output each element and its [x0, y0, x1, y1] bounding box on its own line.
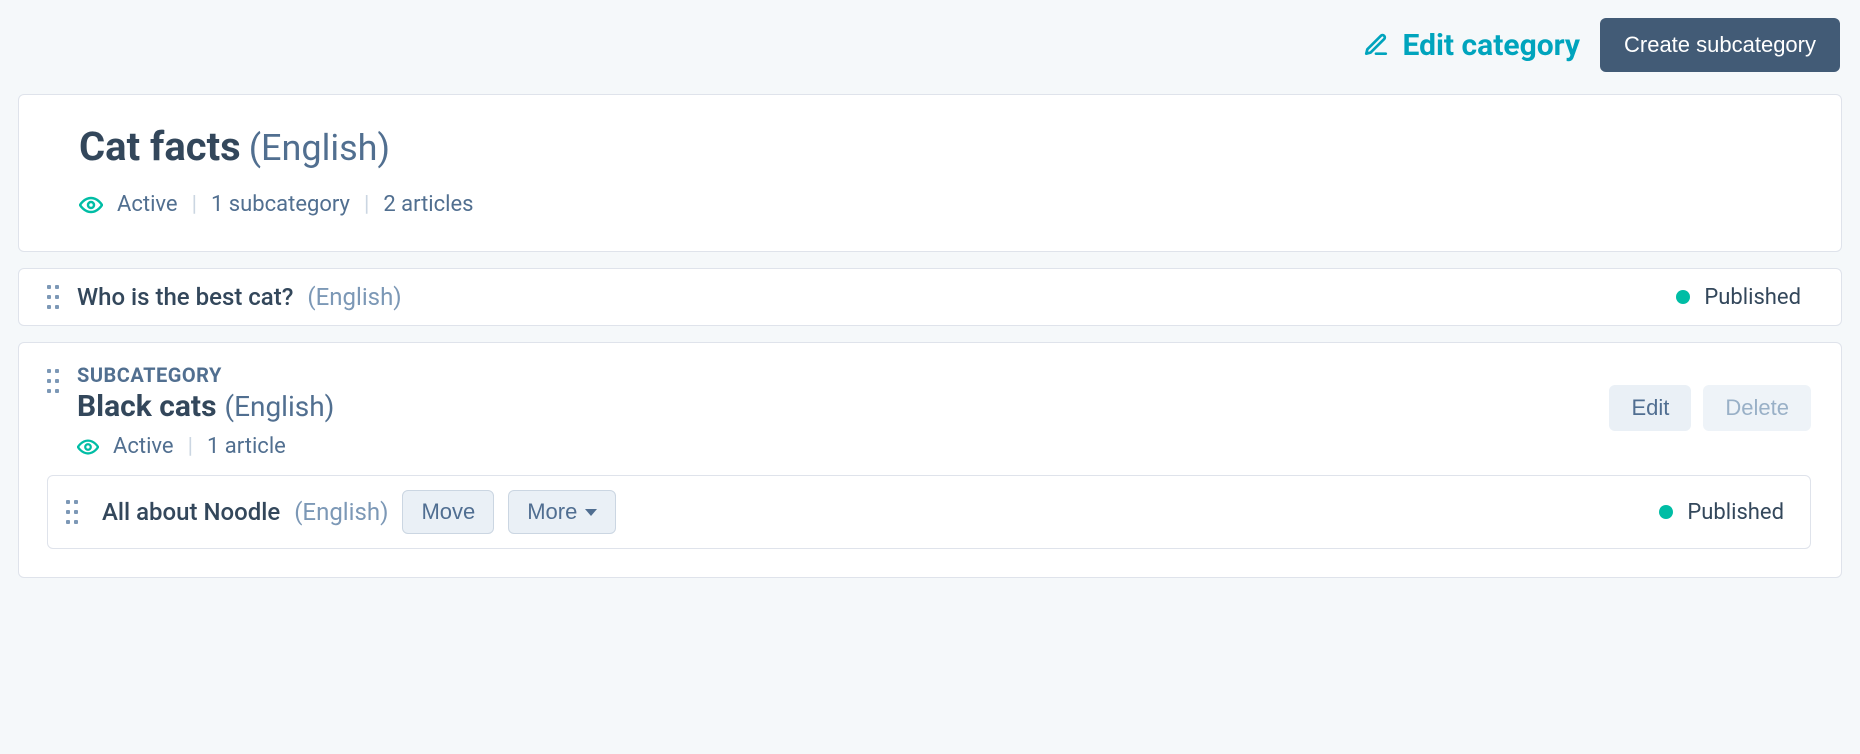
- category-hero-card: Cat facts (English) Active | 1 subcatego…: [18, 94, 1842, 252]
- more-label: More: [527, 499, 577, 525]
- category-active-label: Active: [117, 192, 178, 217]
- article-status: Published: [1704, 285, 1801, 310]
- drag-handle-icon[interactable]: [47, 369, 59, 393]
- edit-category-label: Edit category: [1403, 28, 1581, 63]
- subcategory-language: (English): [225, 390, 335, 423]
- subcategory-meta-row: Active | 1 article: [77, 434, 1609, 459]
- eye-icon: [79, 193, 103, 217]
- category-article-count: 2 articles: [383, 192, 473, 217]
- category-language: (English): [249, 127, 390, 169]
- separator: |: [364, 192, 369, 217]
- category-title-row: Cat facts (English): [79, 123, 1799, 170]
- more-article-dropdown[interactable]: More: [508, 490, 616, 534]
- status-dot-icon: [1676, 290, 1690, 304]
- article-row[interactable]: All about Noodle (English) Move More Pub…: [48, 476, 1810, 548]
- drag-handle-icon[interactable]: [66, 500, 78, 524]
- category-meta-row: Active | 1 subcategory | 2 articles: [79, 192, 1799, 217]
- article-language: (English): [294, 498, 388, 526]
- article-title: Who is the best cat?: [77, 283, 293, 311]
- subcategory-header: SUBCATEGORY Black cats (English) Active …: [47, 363, 1811, 459]
- category-subcategory-count: 1 subcategory: [211, 192, 350, 217]
- subcategory-actions: Edit Delete: [1609, 385, 1811, 431]
- eye-icon: [77, 436, 99, 458]
- status-dot-icon: [1659, 505, 1673, 519]
- article-title: All about Noodle: [102, 498, 280, 526]
- category-name: Cat facts: [79, 123, 241, 170]
- delete-subcategory-button[interactable]: Delete: [1703, 385, 1811, 431]
- subcategory-active-label: Active: [113, 434, 174, 459]
- create-subcategory-button[interactable]: Create subcategory: [1600, 18, 1840, 72]
- inner-article-card: All about Noodle (English) Move More Pub…: [47, 475, 1811, 549]
- drag-handle-icon[interactable]: [47, 285, 59, 309]
- page-root: Edit category Create subcategory Cat fac…: [0, 0, 1860, 634]
- chevron-down-icon: [585, 509, 597, 516]
- subcategory-kicker: SUBCATEGORY: [77, 363, 1609, 387]
- subcategory-title-row: Black cats (English): [77, 389, 1609, 424]
- article-row[interactable]: Who is the best cat? (English) Published: [18, 268, 1842, 326]
- separator: |: [192, 192, 197, 217]
- move-article-button[interactable]: Move: [402, 490, 494, 534]
- subcategory-name: Black cats: [77, 389, 217, 424]
- subcategory-card: SUBCATEGORY Black cats (English) Active …: [18, 342, 1842, 578]
- article-status: Published: [1687, 500, 1784, 525]
- separator: |: [188, 434, 193, 459]
- article-language: (English): [307, 283, 401, 311]
- top-actions-bar: Edit category Create subcategory: [18, 18, 1842, 72]
- pencil-icon: [1363, 32, 1389, 58]
- edit-subcategory-button[interactable]: Edit: [1609, 385, 1691, 431]
- subcategory-article-count: 1 article: [207, 434, 286, 459]
- subcategory-header-main: SUBCATEGORY Black cats (English) Active …: [77, 363, 1609, 459]
- edit-category-link[interactable]: Edit category: [1363, 28, 1581, 63]
